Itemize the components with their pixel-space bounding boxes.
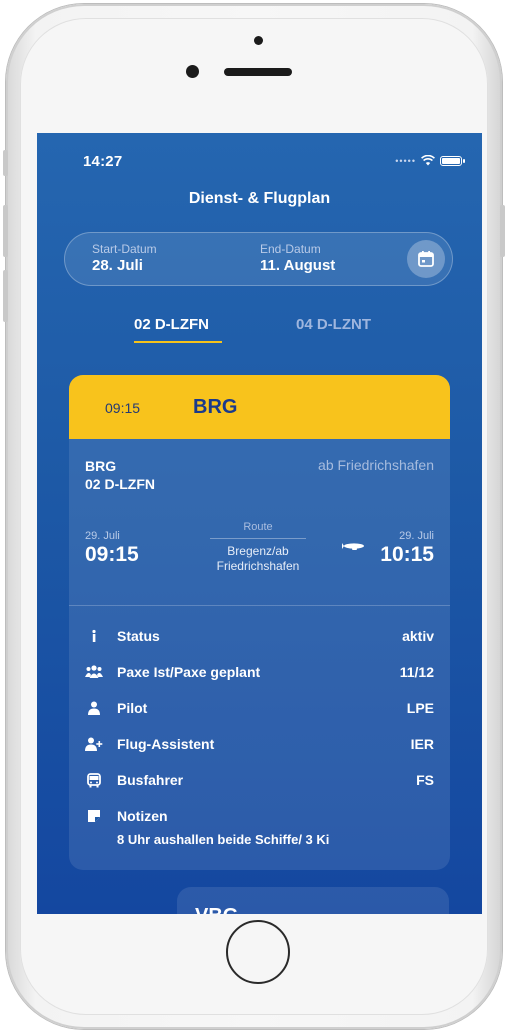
route-value: Bregenz/ab Friedrichshafen (195, 544, 321, 574)
detail-label-status: Status (117, 628, 160, 644)
departure-date: 29. Juli (85, 530, 120, 542)
detail-value-bus-driver: FS (416, 772, 434, 788)
flight-code: BRG (193, 396, 238, 418)
start-date-label: Start-Datum (92, 242, 157, 256)
origin-code: BRG (85, 458, 117, 474)
battery-icon (440, 155, 465, 166)
power-button (500, 205, 505, 257)
detail-label-bus-driver: Busfahrer (117, 772, 184, 788)
detail-label-pilot: Pilot (117, 700, 148, 716)
detail-row-bus-driver: Busfahrer FS (85, 771, 434, 791)
end-date[interactable]: End-Datum 11. August (260, 242, 335, 274)
detail-row-assistant: Flug-Assistent IER (85, 735, 434, 755)
mute-switch (3, 150, 8, 176)
detail-label-assistant: Flug-Assistent (117, 736, 215, 752)
tab-04-d-lznt[interactable]: 04 D-LZNT (296, 316, 371, 333)
detail-row-passengers: Paxe Ist/Paxe geplant 11/12 (85, 663, 434, 683)
note-text: 8 Uhr aushallen beide Schiffe/ 3 Ki (117, 832, 330, 847)
arrival-time: 10:15 (380, 543, 434, 566)
route-value-line-2: Friedrichshafen (216, 559, 300, 573)
start-date[interactable]: Start-Datum 28. Juli (92, 242, 157, 274)
detail-row-status: Status aktiv (85, 627, 434, 647)
proximity-sensor (254, 36, 263, 45)
flight-identity: BRG 02 D-LZFN (85, 457, 155, 493)
end-date-value: 11. August (260, 257, 336, 274)
zeppelin-icon (342, 543, 364, 550)
person-add-icon (85, 735, 103, 753)
start-date-value: 28. Juli (92, 257, 143, 274)
calendar-button[interactable] (407, 240, 445, 278)
card-divider (69, 605, 450, 606)
bus-icon (85, 771, 103, 789)
flight-card-header: 09:15 BRG (69, 375, 450, 439)
flight-time: 09:15 (105, 400, 141, 416)
detail-value-pilot: LPE (406, 700, 434, 716)
volume-down-button (3, 270, 8, 322)
page-title: Dienst- & Flugplan (188, 190, 331, 207)
detail-value-passengers: 11/12 (399, 664, 434, 680)
group-icon (85, 663, 103, 681)
info-icon (85, 627, 103, 645)
detail-label-notes: Notizen (117, 808, 168, 824)
arrival-date: 29. Juli (399, 530, 434, 542)
route-label: Route (243, 521, 273, 533)
front-camera (186, 65, 199, 78)
signal-icon: ••••• (395, 155, 416, 166)
active-tab-indicator (134, 341, 222, 343)
route-value-line-1: Bregenz/ab (227, 544, 289, 558)
note-icon (85, 807, 103, 825)
detail-value-status: aktiv (402, 628, 434, 644)
route-divider (210, 538, 306, 539)
tab-02-d-lzfn[interactable]: 02 D-LZFN (134, 316, 209, 333)
detail-label-passengers: Paxe Ist/Paxe geplant (117, 664, 261, 680)
home-button[interactable] (226, 920, 290, 984)
detail-row-pilot: Pilot LPE (85, 699, 434, 719)
person-icon (85, 699, 103, 717)
end-date-label: End-Datum (260, 242, 321, 256)
wifi-icon (421, 155, 435, 166)
detail-value-assistant: IER (410, 736, 434, 752)
next-flight-card[interactable]: VBG (177, 887, 449, 914)
calendar-icon (418, 251, 434, 267)
detail-row-notes: Notizen (85, 807, 434, 827)
departure-note: ab Friedrichshafen (318, 457, 434, 473)
aircraft-id: 02 D-LZFN (85, 476, 155, 492)
app-screen: 14:27 ••••• Dienst- & Flugplan Start-Dat… (37, 133, 482, 914)
departure-time: 09:15 (85, 543, 139, 566)
earpiece-speaker (224, 68, 292, 76)
status-time: 14:27 (83, 153, 123, 170)
date-range-picker[interactable]: Start-Datum 28. Juli End-Datum 11. Augus… (64, 232, 453, 286)
volume-up-button (3, 205, 8, 257)
status-icons: ••••• (395, 155, 465, 166)
next-flight-code: VBG (195, 905, 238, 914)
flight-card[interactable]: 09:15 BRG BRG 02 D-LZFN ab Friedrichshaf… (69, 375, 450, 870)
